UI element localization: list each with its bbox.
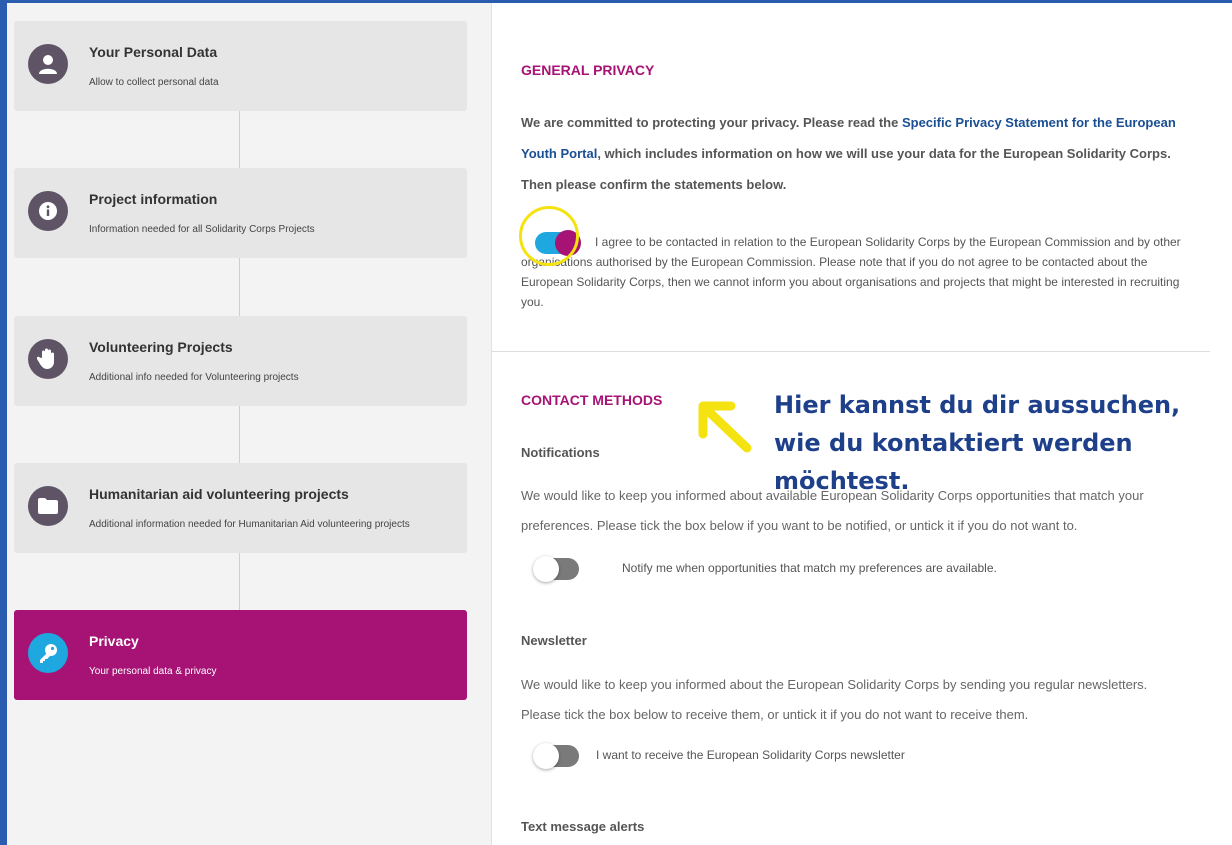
step-description: Your personal data & privacy xyxy=(89,666,217,677)
intro-text: , which includes information on how we w… xyxy=(521,146,1171,192)
step-title: Your Personal Data xyxy=(89,44,218,60)
step-description: Allow to collect personal data xyxy=(89,77,219,88)
toggle-knob xyxy=(533,556,559,582)
consent-highlight-ring xyxy=(519,206,579,266)
privacy-intro: We are committed to protecting your priv… xyxy=(521,107,1189,200)
step-sidebar: Your Personal Data Allow to collect pers… xyxy=(7,3,492,845)
arrow-icon xyxy=(698,401,752,453)
notifications-toggle-label: Notify me when opportunities that match … xyxy=(622,561,997,575)
step-description: Additional information needed for Humani… xyxy=(89,519,410,530)
newsletter-toggle-label: I want to receive the European Solidarit… xyxy=(596,748,905,762)
info-icon xyxy=(28,191,68,231)
consent-text: I agree to be contacted in relation to t… xyxy=(521,235,1181,309)
step-connector xyxy=(239,258,240,316)
step-humanitarian-aid[interactable]: Humanitarian aid volunteering projects A… xyxy=(14,463,467,553)
step-description: Additional info needed for Volunteering … xyxy=(89,372,299,383)
step-connector xyxy=(239,110,240,168)
step-title: Humanitarian aid volunteering projects xyxy=(89,486,349,502)
step-title: Volunteering Projects xyxy=(89,339,233,355)
newsletter-title: Newsletter xyxy=(521,633,587,648)
step-privacy[interactable]: Privacy Your personal data & privacy xyxy=(14,610,467,700)
step-volunteering-projects[interactable]: Volunteering Projects Additional info ne… xyxy=(14,316,467,406)
newsletter-toggle[interactable] xyxy=(533,743,579,769)
hand-icon xyxy=(28,339,68,379)
step-connector xyxy=(239,553,240,611)
step-description: Information needed for all Solidarity Co… xyxy=(89,224,315,235)
step-connector xyxy=(239,405,240,463)
step-title: Privacy xyxy=(89,633,139,649)
section-divider xyxy=(492,351,1210,352)
sms-title: Text message alerts xyxy=(521,819,645,834)
contact-methods-heading: CONTACT METHODS xyxy=(521,392,663,408)
newsletter-text: We would like to keep you informed about… xyxy=(521,677,1148,722)
folder-icon xyxy=(28,486,68,526)
step-project-information[interactable]: Project information Information needed f… xyxy=(14,168,467,258)
notifications-toggle[interactable] xyxy=(533,556,579,582)
notifications-title: Notifications xyxy=(521,445,600,460)
intro-text: We are committed to protecting your priv… xyxy=(521,115,902,130)
toggle-knob xyxy=(533,743,559,769)
annotation-callout: Hier kannst du dir aussuchen, wie du kon… xyxy=(774,391,1181,495)
step-personal-data[interactable]: Your Personal Data Allow to collect pers… xyxy=(14,21,467,111)
general-privacy-heading: GENERAL PRIVACY xyxy=(521,62,655,78)
key-icon xyxy=(28,633,68,673)
user-icon xyxy=(28,44,68,84)
step-title: Project information xyxy=(89,191,218,207)
